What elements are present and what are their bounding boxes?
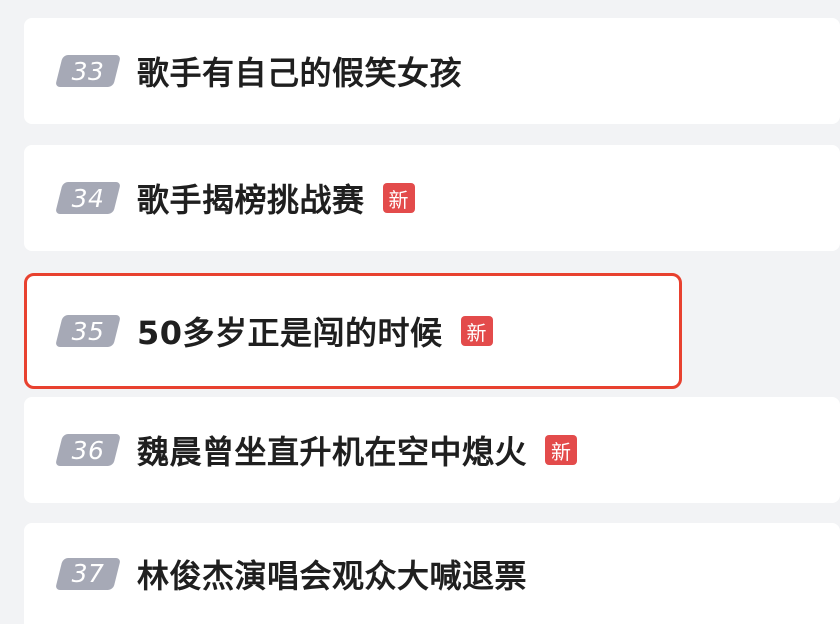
rank-badge: 36: [59, 434, 117, 466]
rank-number: 35: [71, 316, 105, 346]
hot-search-list: 33 歌手有自己的假笑女孩 34 歌手揭榜挑战赛 新 35 50多岁正是闯的时候…: [24, 0, 840, 624]
hot-search-item-34[interactable]: 34 歌手揭榜挑战赛 新: [24, 145, 840, 251]
hot-search-item-36[interactable]: 36 魏晨曾坐直升机在空中熄火 新: [24, 397, 840, 503]
rank-number: 36: [71, 435, 105, 465]
item-title[interactable]: 歌手有自己的假笑女孩: [137, 48, 462, 94]
item-title[interactable]: 50多岁正是闯的时候: [137, 308, 443, 354]
new-tag-icon: 新: [545, 435, 578, 465]
rank-number: 34: [71, 183, 105, 213]
item-title-group: 歌手揭榜挑战赛 新: [137, 175, 415, 221]
rank-number: 37: [71, 559, 105, 588]
new-tag-icon: 新: [460, 316, 493, 346]
item-title[interactable]: 林俊杰演唱会观众大喊退票: [137, 551, 527, 597]
rank-badge: 37: [59, 558, 117, 590]
item-title[interactable]: 魏晨曾坐直升机在空中熄火: [137, 427, 527, 473]
hot-search-item-33[interactable]: 33 歌手有自己的假笑女孩: [24, 18, 840, 124]
hot-search-item-35[interactable]: 35 50多岁正是闯的时候 新: [24, 273, 682, 389]
hot-search-item-37[interactable]: 37 林俊杰演唱会观众大喊退票: [24, 523, 840, 624]
item-title-group: 林俊杰演唱会观众大喊退票: [137, 551, 527, 597]
item-title-group: 歌手有自己的假笑女孩: [137, 48, 462, 94]
rank-badge: 35: [59, 315, 117, 347]
item-title-group: 魏晨曾坐直升机在空中熄火 新: [137, 427, 578, 473]
rank-badge: 34: [59, 182, 117, 214]
item-title[interactable]: 歌手揭榜挑战赛: [137, 175, 365, 221]
rank-badge: 33: [59, 55, 117, 87]
rank-number: 33: [71, 56, 105, 86]
item-title-group: 50多岁正是闯的时候 新: [137, 308, 493, 354]
new-tag-icon: 新: [382, 183, 415, 213]
